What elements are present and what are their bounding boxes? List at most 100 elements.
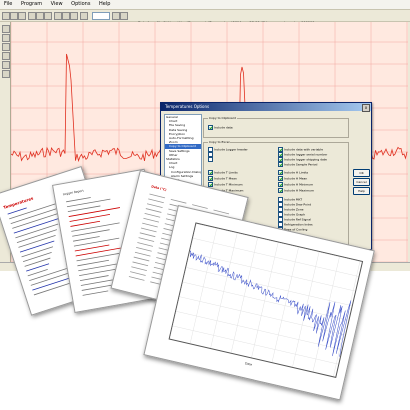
menu-item-view[interactable]: View (51, 1, 63, 7)
menu-item-options[interactable]: Options (71, 1, 90, 7)
checkbox-label: Include Logger header (214, 147, 248, 152)
zoom-out-icon[interactable] (36, 12, 44, 20)
checkbox-icon (208, 176, 213, 181)
checkbox-label: Include Zone (284, 207, 304, 212)
table-cell (170, 198, 187, 204)
dialog-title: Temperatures Options (161, 103, 371, 111)
table-cell (138, 237, 155, 242)
ruler-icon[interactable] (2, 52, 10, 60)
checkbox-label: Include T Limits (214, 170, 238, 175)
cancel-button[interactable]: Cancel (353, 178, 370, 186)
grid-line (192, 238, 359, 277)
open-icon[interactable] (2, 12, 10, 20)
text-line (10, 206, 63, 224)
checkbox-label: Include H Limits (284, 170, 309, 175)
table-cell (140, 227, 157, 233)
checkbox-label: Include data with variable (284, 147, 324, 152)
table-cell (139, 232, 156, 238)
checkbox-label: Include logger serial number (284, 152, 328, 157)
text-line (70, 220, 101, 227)
grid-line (182, 281, 349, 321)
save-icon[interactable] (10, 12, 18, 20)
zoom-in-icon[interactable] (28, 12, 36, 20)
help-icon[interactable] (120, 12, 128, 20)
pan-icon[interactable] (44, 12, 52, 20)
text-line (79, 275, 109, 281)
excel-option-checkbox[interactable]: Include T Limits (208, 170, 238, 175)
cursor-icon[interactable] (2, 34, 10, 42)
table-cell (148, 198, 164, 204)
table-cell (128, 276, 145, 281)
excel-option-checkbox[interactable]: Include Sample Period (278, 162, 317, 167)
table-icon[interactable] (62, 12, 70, 20)
text-icon[interactable] (2, 61, 10, 69)
excel-option-checkbox[interactable]: Include T Minimum (208, 182, 243, 187)
grid-line (210, 232, 238, 349)
checkbox-label: Include Sample Period (284, 162, 318, 167)
table-cell (136, 246, 152, 252)
grid-line (172, 325, 339, 365)
menu-item-program[interactable]: Program (21, 1, 42, 7)
text-line (7, 207, 27, 215)
grid-line (186, 267, 352, 306)
checkbox-label: Include T Mean (214, 176, 237, 181)
excel-option-checkbox[interactable]: Include H Maximum (278, 188, 314, 193)
copy-clipboard-group: Copy to Clipboard Include data (203, 116, 349, 138)
checkbox-label: Include Ref Signal (284, 217, 311, 222)
checkbox-label: Include H Maximum (284, 188, 314, 193)
table-cell (133, 256, 150, 262)
text-line (68, 207, 121, 217)
checkbox-label: Include H Mean (284, 176, 308, 181)
chart-icon[interactable] (54, 12, 62, 20)
grid-line (189, 252, 356, 292)
excel-option-checkbox[interactable]: Include H Minimum (278, 182, 313, 187)
menu-item-help[interactable]: Help (99, 1, 110, 7)
text-line (73, 237, 120, 247)
line-icon[interactable] (2, 70, 10, 78)
checkbox-icon (278, 170, 283, 175)
tree-item[interactable]: Copy to Clipboard (165, 144, 201, 149)
excel-option-checkbox[interactable]: Include H Mean (278, 176, 307, 181)
checkbox-label: Include Graph (284, 212, 306, 217)
close-icon[interactable]: x (362, 104, 370, 112)
table-cell (146, 203, 163, 208)
printed-plot-area (168, 222, 364, 379)
group-title-clipboard: Copy to Clipboard (208, 116, 237, 120)
excel-option-checkbox[interactable] (208, 157, 214, 162)
table-cell (132, 261, 149, 267)
marker-icon[interactable] (2, 43, 10, 51)
text-line (66, 197, 91, 203)
table-cell (130, 271, 146, 276)
text-line (72, 229, 110, 237)
zoom-input[interactable] (92, 12, 110, 20)
table-cell (134, 251, 151, 257)
ok-button[interactable]: OK (353, 169, 370, 177)
grid-line (179, 296, 346, 336)
menu-item-file[interactable]: File (4, 1, 12, 7)
text-line (73, 236, 100, 242)
refresh-icon[interactable] (112, 12, 120, 20)
checkbox-icon (208, 157, 213, 162)
excel-option-checkbox[interactable]: Include H Limits (278, 170, 308, 175)
table-cell (143, 217, 160, 223)
checkbox-label: Include T Minimum (214, 182, 243, 187)
checkbox-icon (278, 182, 283, 187)
checkbox-label: Refrigeration Index (284, 222, 313, 227)
text-line (22, 251, 52, 263)
help-button[interactable]: Help (353, 187, 370, 195)
checkbox-icon (278, 162, 283, 167)
excel-option-checkbox[interactable]: Include T Mean (208, 176, 237, 181)
settings-icon[interactable] (70, 12, 78, 20)
email-icon[interactable] (80, 12, 88, 20)
pointer-icon[interactable] (2, 25, 10, 33)
text-line (77, 259, 110, 267)
text-line (27, 269, 48, 277)
print-icon[interactable] (18, 12, 26, 20)
checkbox-label: Include H Minimum (284, 182, 313, 187)
include-data-checkbox[interactable]: Include data (208, 125, 233, 130)
checkbox-icon (208, 170, 213, 175)
table-cell (144, 213, 161, 218)
text-line (16, 229, 58, 244)
checkbox-icon (278, 176, 283, 181)
grid-line (230, 237, 258, 353)
